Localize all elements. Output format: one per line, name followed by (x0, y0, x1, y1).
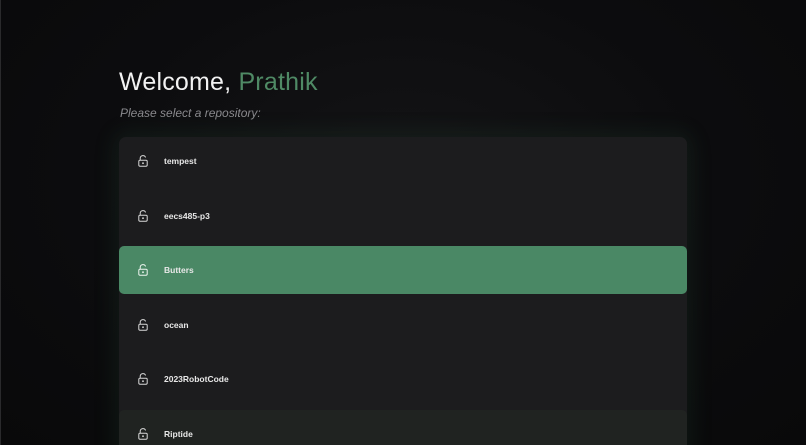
welcome-heading: Welcome, Prathik (119, 68, 318, 97)
repository-item-ocean[interactable]: ocean (119, 301, 687, 349)
window-edge (0, 0, 1, 445)
repository-name: Butters (164, 265, 194, 275)
unlock-icon (138, 209, 148, 222)
repository-name: 2023RobotCode (164, 374, 229, 384)
repository-item-tempest[interactable]: tempest (119, 137, 687, 185)
unlock-icon (138, 427, 148, 440)
repository-name: tempest (164, 156, 197, 166)
repository-selection-page: Welcome, Prathik Please select a reposit… (0, 0, 806, 445)
unlock-icon (138, 373, 148, 385)
repository-list: tempest eecs485-p3 Butters ocean 2023Rob… (119, 137, 687, 445)
repository-name: eecs485-p3 (164, 210, 210, 221)
unlock-icon (138, 264, 148, 276)
repository-item-eecs485-p3[interactable]: eecs485-p3 (119, 192, 687, 240)
repository-name: Riptide (164, 428, 193, 439)
repository-name: ocean (164, 319, 189, 330)
welcome-greeting: Welcome, (119, 68, 232, 96)
select-repository-prompt: Please select a repository: (120, 106, 261, 120)
repository-item-butters[interactable]: Butters (119, 246, 687, 294)
repository-item-2023robotcode[interactable]: 2023RobotCode (119, 355, 687, 403)
unlock-icon (138, 155, 148, 167)
repository-item-riptide[interactable]: Riptide (119, 409, 687, 445)
unlock-icon (138, 318, 148, 331)
welcome-username: Prathik (238, 68, 318, 96)
